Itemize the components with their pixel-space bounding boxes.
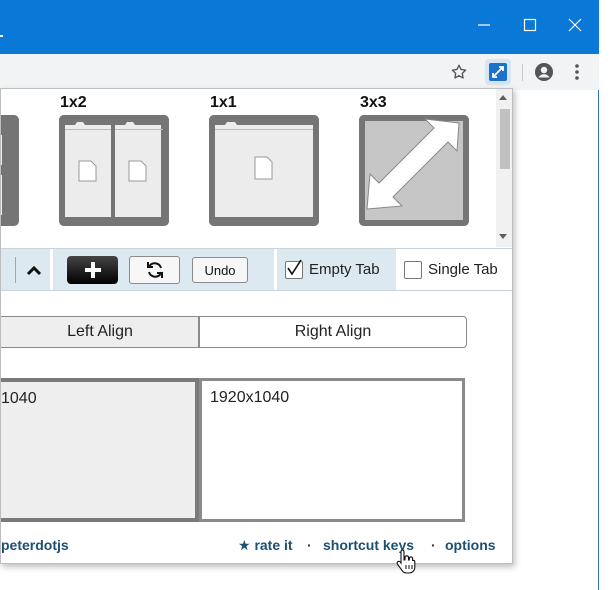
left-align-button[interactable]: Left Align [1, 316, 199, 348]
layout-scrollbar[interactable] [496, 89, 512, 247]
scroll-thumb[interactable] [500, 109, 510, 169]
single-tab-checkbox[interactable] [404, 260, 422, 279]
minimize-icon[interactable] [469, 10, 499, 40]
extension-popup: 1x2 1x1 3x3 Undo Empty Tab Single Tab Le… [0, 88, 513, 564]
footer-separator: · [431, 537, 436, 553]
maximize-icon[interactable] [515, 10, 545, 40]
account-icon[interactable] [531, 59, 557, 85]
empty-tab-checkbox[interactable] [285, 259, 303, 279]
refresh-icon [146, 262, 163, 278]
toolbar-separator [522, 64, 523, 81]
layout-gallery: 1x2 1x1 3x3 [1, 89, 496, 247]
empty-tab-option[interactable]: Empty Tab [277, 249, 393, 290]
scroll-down-icon[interactable] [499, 234, 507, 239]
author-link[interactable]: peterdotjs [1, 537, 69, 553]
browser-toolbar [0, 54, 599, 90]
display-right-resolution: 1920x1040 [210, 389, 290, 406]
undo-button[interactable]: Undo [192, 257, 248, 283]
layout-tile-3x3[interactable] [359, 115, 469, 226]
popup-footer: peterdotjs ★ rate it · shortcut keys · o… [1, 532, 512, 558]
add-layout-button[interactable] [67, 256, 118, 284]
layout-label-3x3: 3x3 [360, 94, 387, 111]
browser-window: 1x2 1x1 3x3 Undo Empty Tab Single Tab Le… [0, 0, 599, 590]
layout-tile-grid[interactable] [1, 115, 19, 226]
title-fragment [0, 35, 3, 37]
checkmark-icon [287, 259, 302, 275]
layout-label-1x1: 1x1 [210, 94, 237, 111]
right-align-button[interactable]: Right Align [199, 316, 467, 348]
screenshot-root: 1x2 1x1 3x3 Undo Empty Tab Single Tab Le… [0, 0, 614, 590]
control-bar: Undo Empty Tab Single Tab [1, 248, 512, 291]
alignment-section: Left Align Right Align 1040 1920x1040 [1, 294, 512, 563]
layout-tile-1x2[interactable] [59, 115, 169, 226]
layout-label-1x2: 1x2 [60, 94, 87, 111]
empty-tab-label: Empty Tab [309, 261, 380, 278]
extension-resize-icon[interactable] [485, 59, 511, 85]
display-left[interactable]: 1040 [1, 378, 199, 522]
scroll-up-icon[interactable] [499, 95, 507, 100]
footer-separator: · [307, 537, 312, 553]
display-left-resolution: 1040 [1, 390, 37, 407]
rate-it-link[interactable]: ★ rate it [238, 537, 293, 554]
chevron-up-icon[interactable] [15, 257, 51, 283]
reset-layouts-button[interactable] [129, 256, 180, 284]
layout-tile-1x1[interactable] [209, 115, 319, 226]
close-icon[interactable] [560, 10, 590, 40]
single-tab-option[interactable]: Single Tab [396, 249, 512, 290]
options-link[interactable]: options [445, 537, 496, 553]
star-icon[interactable] [446, 59, 472, 85]
hand-cursor-icon [396, 549, 416, 574]
display-right[interactable]: 1920x1040 [199, 378, 465, 522]
plus-icon [84, 262, 101, 278]
title-bar [0, 0, 599, 54]
single-tab-label: Single Tab [428, 261, 498, 278]
kebab-menu-icon[interactable] [564, 59, 590, 85]
